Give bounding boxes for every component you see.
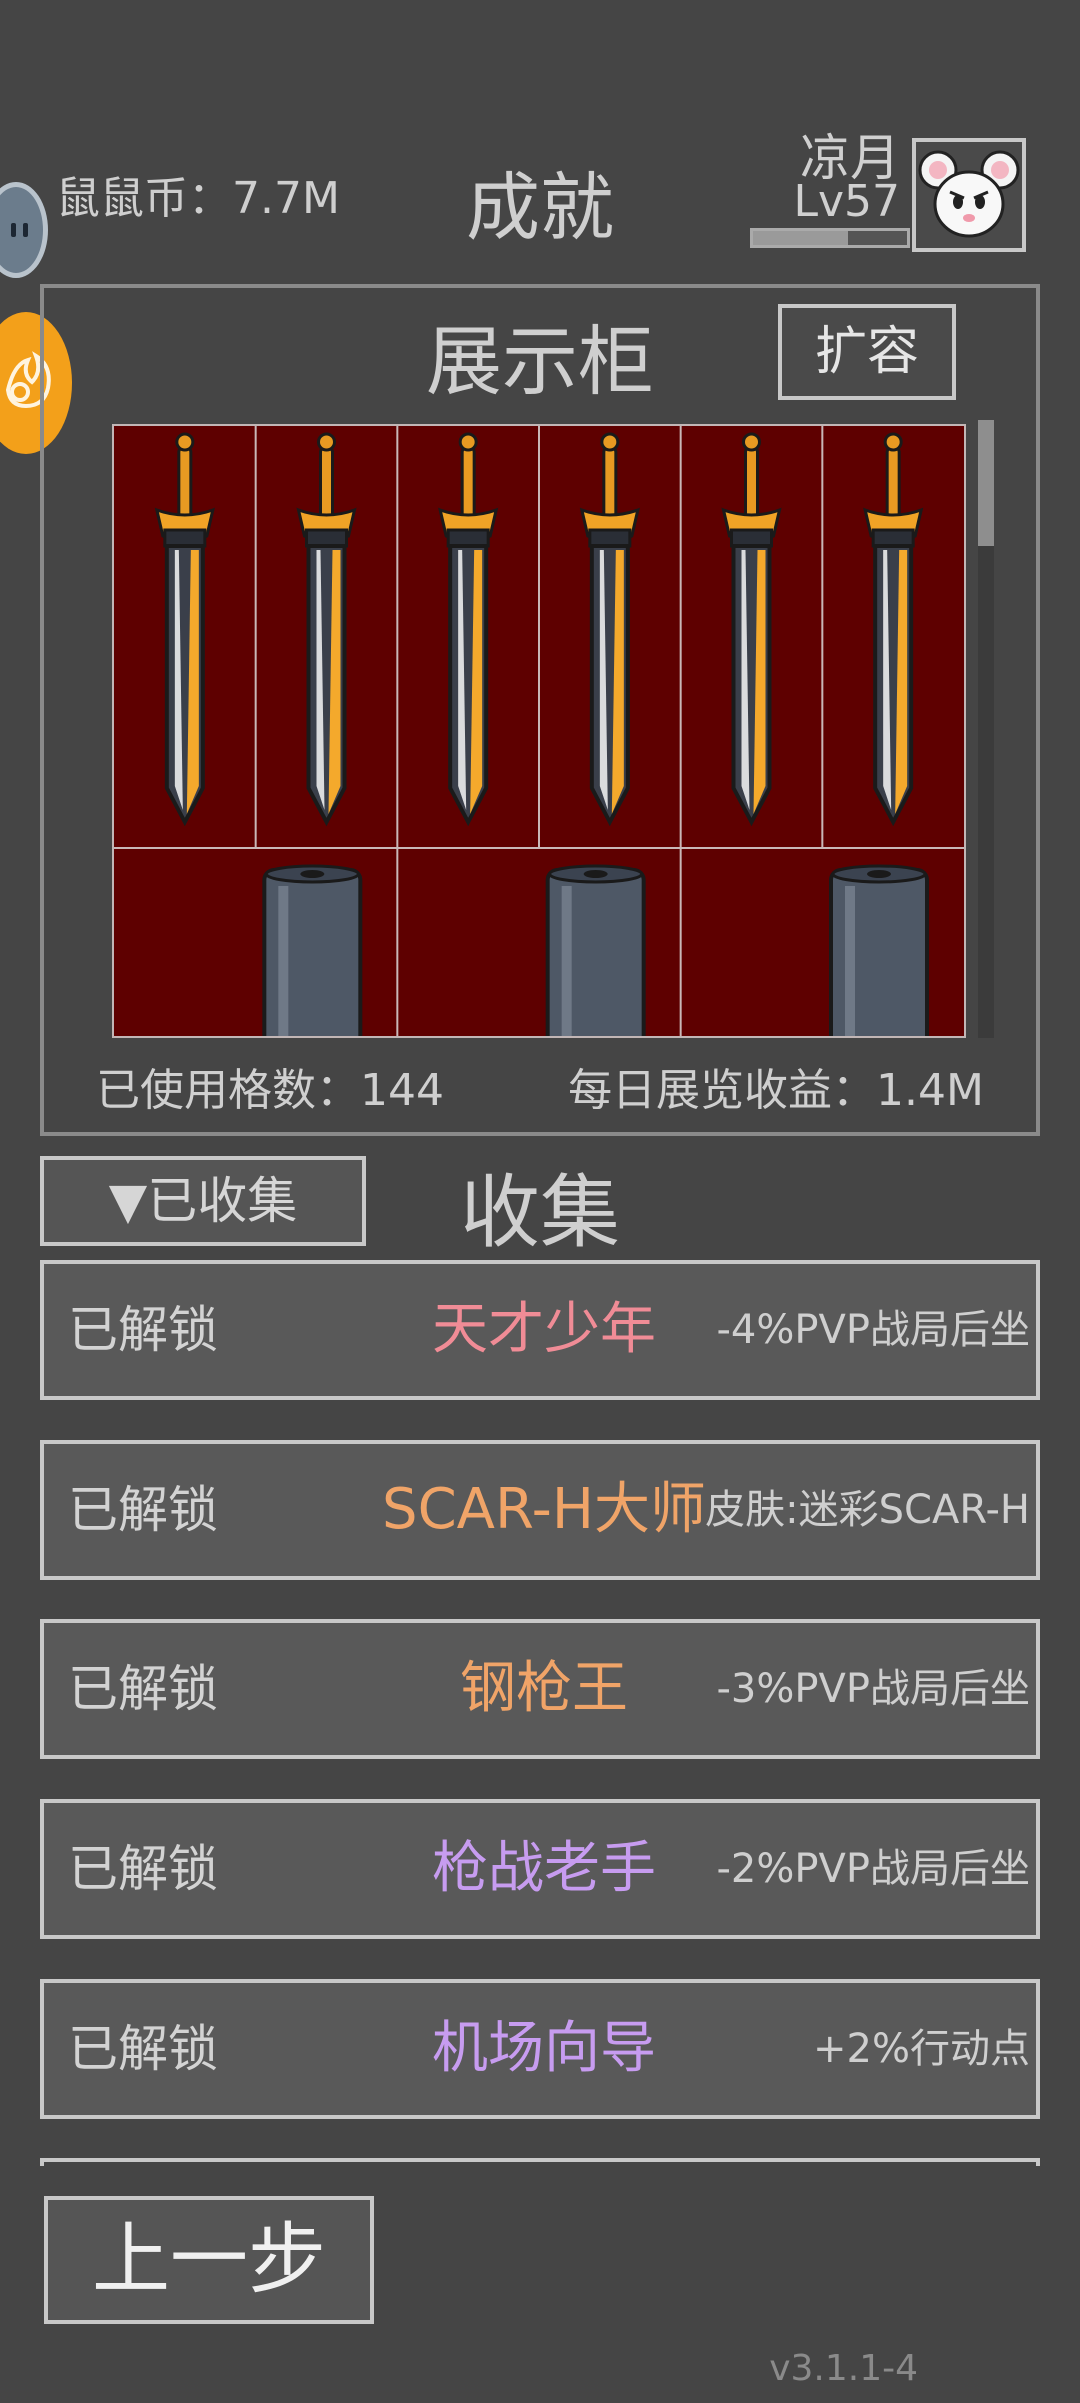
xp-progress-bar: [750, 228, 910, 248]
sword-icon[interactable]: [863, 432, 924, 824]
display-grid[interactable]: [112, 424, 966, 1038]
version-label: v3.1.1-4: [769, 2348, 918, 2389]
achievement-reward: -2%PVP战局后坐: [716, 1846, 1031, 1892]
achievement-row[interactable]: 已解锁 天才少年 -4%PVP战局后坐: [40, 1260, 1040, 1400]
used-cells-count: 已使用格数：144: [96, 1065, 444, 1116]
achievement-row[interactable]: 已解锁 机场向导 +2%行动点: [40, 1979, 1040, 2119]
barrel-icon[interactable]: [262, 864, 363, 1036]
sword-icon[interactable]: [154, 432, 215, 824]
achievement-row[interactable]: 已解锁 枪战老手 -2%PVP战局后坐: [40, 1799, 1040, 1939]
xp-progress-fill: [753, 231, 849, 245]
daily-exhibit-income: 每日展览收益：1.4M: [568, 1065, 984, 1116]
achievement-reward: +2%行动点: [813, 2026, 1030, 2072]
sword-icon[interactable]: [721, 432, 782, 824]
achievement-reward: 皮肤:迷彩SCAR-H: [705, 1487, 1030, 1533]
barrel-icon[interactable]: [545, 864, 646, 1036]
player-level: Lv57: [793, 176, 900, 227]
sword-icon[interactable]: [579, 432, 640, 824]
back-button[interactable]: 上一步: [44, 2196, 374, 2324]
expand-button[interactable]: 扩容: [778, 304, 956, 400]
achievement-row[interactable]: 已解锁 钢枪王 -3%PVP战局后坐: [40, 1619, 1040, 1759]
mouse-avatar-icon: [918, 150, 1020, 238]
achievement-reward: -4%PVP战局后坐: [716, 1307, 1031, 1353]
cabinet-scrollbar-thumb[interactable]: [978, 420, 994, 546]
display-grid-canvas: [114, 426, 964, 1036]
achievement-row[interactable]: 已解锁 SCAR-H大师 皮肤:迷彩SCAR-H: [40, 1440, 1040, 1580]
achievement-reward: -3%PVP战局后坐: [716, 1666, 1031, 1712]
sword-icon[interactable]: [438, 432, 499, 824]
collection-title: 收集: [460, 1166, 620, 1259]
barrel-icon[interactable]: [829, 864, 929, 1036]
achievement-row-partial: [40, 2158, 1040, 2166]
sword-icon[interactable]: [296, 432, 357, 824]
avatar[interactable]: [912, 138, 1026, 252]
